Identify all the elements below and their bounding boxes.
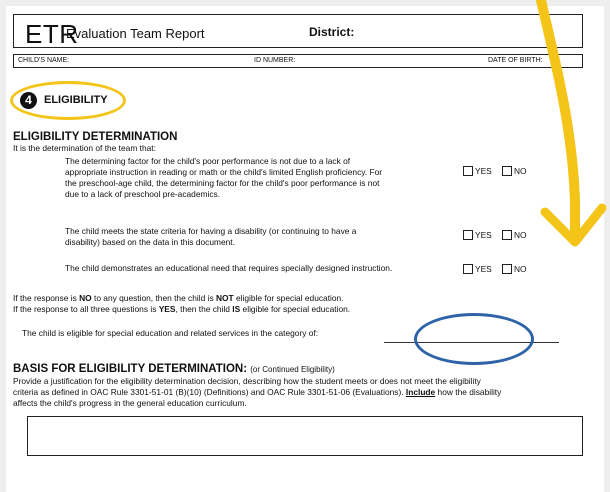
- yellow-arrow-icon: [536, 0, 607, 247]
